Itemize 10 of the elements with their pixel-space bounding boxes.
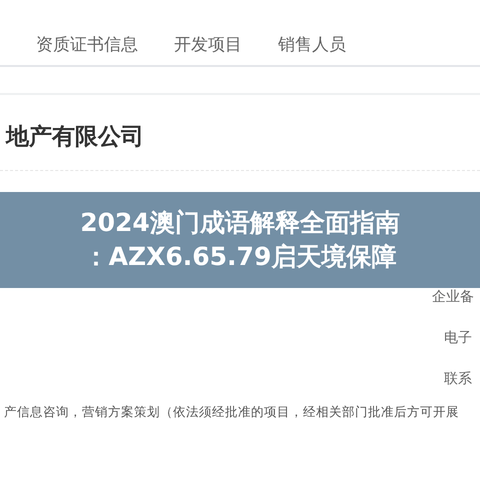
field-label: 电子 (444, 328, 472, 346)
field-label: 联系 (444, 370, 472, 388)
field-label: 企业备 (432, 288, 474, 306)
tab[interactable]: 开发项目 (174, 32, 242, 56)
tab[interactable]: 资质证书信息 (36, 32, 138, 56)
caption-text: ：AZX6.65.79启天境保障 (84, 242, 396, 272)
business-scope: 产信息咨询，营销方案策划（依法须经批准的项目，经相关部门批准后方可开展 (4, 404, 460, 421)
caption-text: 2024澳门成语解释全面指南 (80, 208, 400, 238)
tab[interactable]: 销售人员 (278, 32, 346, 56)
company-name: 地产有限公司 (0, 95, 480, 171)
